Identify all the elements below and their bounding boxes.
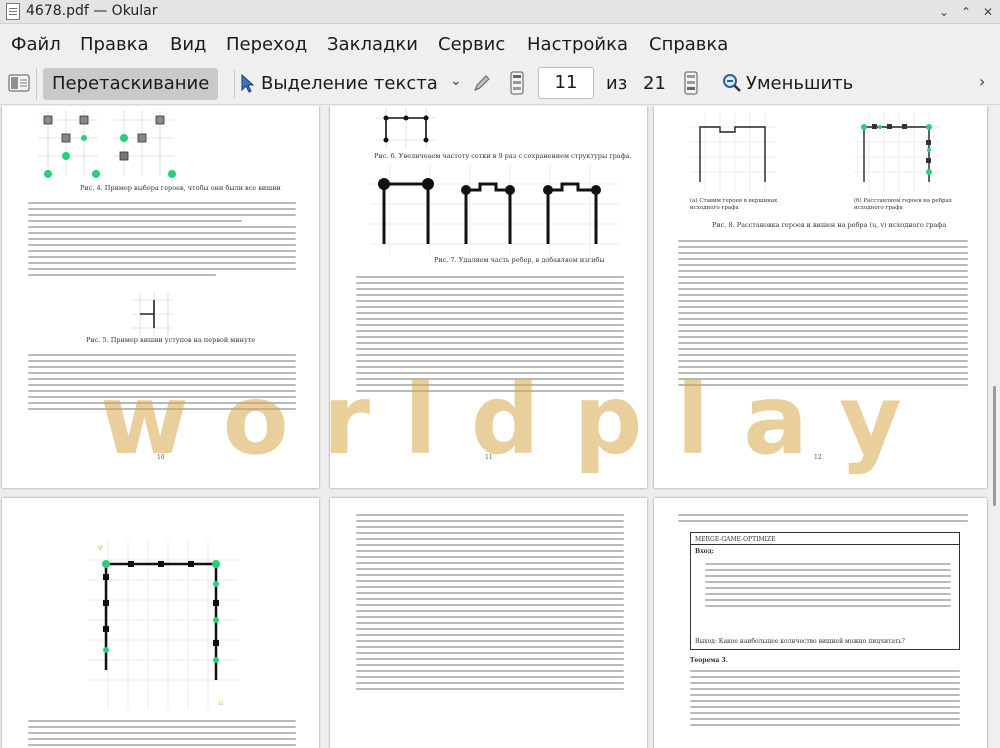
title-bar: 4678.pdf — Okular ⌄ ⌃ ✕ — [0, 0, 1000, 24]
algorithm-heading: MERGE-GAME-OPTIMIZE — [695, 536, 776, 543]
window-title: 4678.pdf — Okular — [26, 3, 158, 19]
svg-text:u: u — [218, 698, 223, 707]
scrollbar-thumb[interactable] — [993, 386, 996, 506]
toolbar-separator — [36, 68, 37, 100]
toolbar-separator — [234, 70, 235, 98]
menu-tools[interactable]: Сервис — [438, 34, 505, 55]
figure-caption: Рис. 4. Пример выбора героев, чтобы они … — [80, 184, 281, 192]
next-page-icon[interactable] — [684, 71, 698, 95]
svg-text:v: v — [98, 543, 103, 552]
text-block — [356, 510, 624, 694]
page-number: 12 — [814, 454, 822, 461]
figure-caption: Рис. 7. Удаляем часть ребер, в добавляем… — [434, 256, 605, 264]
cursor-icon — [240, 73, 256, 94]
pdf-page-12: (а) Ставим героев в вершинах исходного г… — [654, 106, 987, 488]
sidebar-toggle-icon[interactable] — [8, 74, 30, 92]
algorithm-output: Выход: Какое наибольшее количество вишне… — [695, 638, 905, 645]
text-selection-tool-button[interactable]: Выделение текста — [261, 73, 438, 94]
subfigure-caption-a: (а) Ставим героев в вершинах исходного г… — [690, 198, 778, 211]
menu-settings[interactable]: Настройка — [527, 34, 628, 55]
menu-go[interactable]: Переход — [226, 34, 307, 55]
text-block — [678, 510, 968, 526]
menu-view[interactable]: Вид — [170, 34, 207, 55]
grid-figure-8b — [854, 112, 940, 192]
zoom-out-button[interactable]: Уменьшить — [746, 73, 853, 94]
page-number: 11 — [485, 454, 493, 461]
menu-file[interactable]: Файл — [11, 34, 61, 55]
pdf-page-13: vu — [2, 498, 319, 748]
close-button[interactable]: ✕ — [980, 4, 996, 20]
subfigure-caption-b: (б) Расставляем героев на ребрах исходно… — [854, 198, 952, 211]
pdf-page-15: MERGE-GAME-OPTIMIZE Вход: Выход: Какое н… — [654, 498, 987, 748]
pdf-page-11: Рис. 6. Увеличеаем частоту сетки в 9 раз… — [330, 106, 647, 488]
grid-figure-5 — [132, 292, 172, 336]
minimize-button[interactable]: ⌄ — [936, 4, 952, 20]
algorithm-input-label: Вход: — [695, 548, 714, 555]
grid-figure-7 — [370, 164, 620, 254]
maximize-button[interactable]: ⌃ — [958, 4, 974, 20]
menu-edit[interactable]: Правка — [80, 34, 149, 55]
browse-tool-button[interactable]: Перетаскивание — [43, 68, 219, 100]
text-block — [28, 350, 296, 414]
figure-caption: Рис. 5. Пример вишни уступов на первой м… — [86, 336, 256, 344]
previous-page-icon[interactable] — [510, 71, 524, 95]
main-toolbar: Перетаскивание Выделение текста ⌄ 11 из … — [0, 63, 1000, 105]
figure-caption: Рис. 6. Увеличеаем частоту сетки в 9 раз… — [374, 152, 632, 160]
text-block — [28, 716, 296, 748]
pdf-page-10: Рис. 4. Пример выбора героев, чтобы они … — [2, 106, 319, 488]
figure-caption: Рис. 8. Расстановка героев и вишен на ре… — [712, 221, 947, 229]
pen-annotation-icon[interactable] — [472, 73, 492, 93]
grid-figure-8a — [690, 112, 776, 192]
menu-bar: Файл Правка Вид Переход Закладки Сервис … — [0, 25, 1000, 63]
grid-figure-6 — [376, 108, 436, 148]
page-of-label: из — [606, 73, 628, 94]
grid-figure-9: vu — [88, 540, 238, 710]
document-view[interactable]: Рис. 4. Пример выбора героев, чтобы они … — [0, 106, 1000, 748]
vertical-scrollbar[interactable] — [989, 106, 1000, 748]
text-block — [678, 236, 968, 390]
algorithm-bullets — [705, 559, 951, 611]
grid-figure-4a — [38, 110, 176, 178]
page-number: 10 — [157, 454, 165, 461]
menu-help[interactable]: Справка — [649, 34, 728, 55]
menu-bookmarks[interactable]: Закладки — [327, 34, 418, 55]
text-block — [28, 198, 296, 280]
pdf-page-14 — [330, 498, 647, 748]
page-number-input[interactable]: 11 — [538, 67, 594, 99]
total-pages-label: 21 — [643, 73, 666, 94]
zoom-out-icon[interactable] — [722, 73, 742, 93]
okular-app-icon — [6, 3, 20, 20]
algorithm-box: MERGE-GAME-OPTIMIZE Вход: Выход: Какое н… — [690, 532, 960, 650]
theorem-label: Теорема 3. — [690, 657, 728, 664]
chevron-down-icon[interactable]: ⌄ — [450, 73, 462, 89]
text-block — [356, 272, 624, 396]
text-block — [690, 666, 960, 730]
toolbar-overflow-icon[interactable]: › — [979, 72, 985, 91]
